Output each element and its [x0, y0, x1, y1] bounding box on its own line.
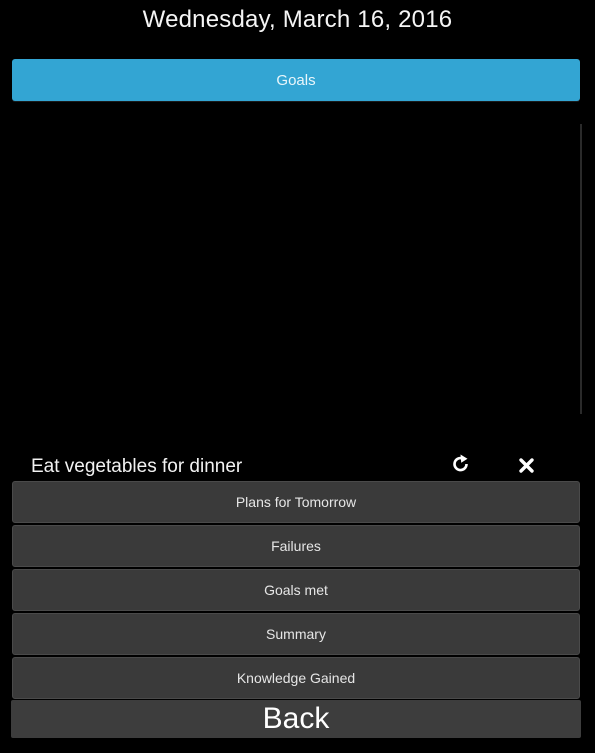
date-title: Wednesday, March 16, 2016 — [142, 6, 453, 33]
close-icon[interactable] — [516, 453, 538, 477]
goal-text: Eat vegetables for dinner — [31, 456, 243, 477]
refresh-icon[interactable] — [450, 452, 472, 476]
plans-for-tomorrow-button[interactable]: Plans for Tomorrow — [12, 481, 580, 523]
knowledge-gained-button[interactable]: Knowledge Gained — [12, 657, 580, 699]
goals-screen: Wednesday, March 16, 2016 Goals Eat vege… — [0, 0, 595, 753]
goal-list-item: Eat vegetables for dinner — [0, 450, 595, 482]
goals-met-button[interactable]: Goals met — [12, 569, 580, 611]
summary-button[interactable]: Summary — [12, 613, 580, 655]
scrollbar[interactable] — [580, 124, 582, 414]
failures-button[interactable]: Failures — [12, 525, 580, 567]
goals-button[interactable]: Goals — [12, 59, 580, 101]
back-button[interactable]: Back — [11, 700, 581, 738]
